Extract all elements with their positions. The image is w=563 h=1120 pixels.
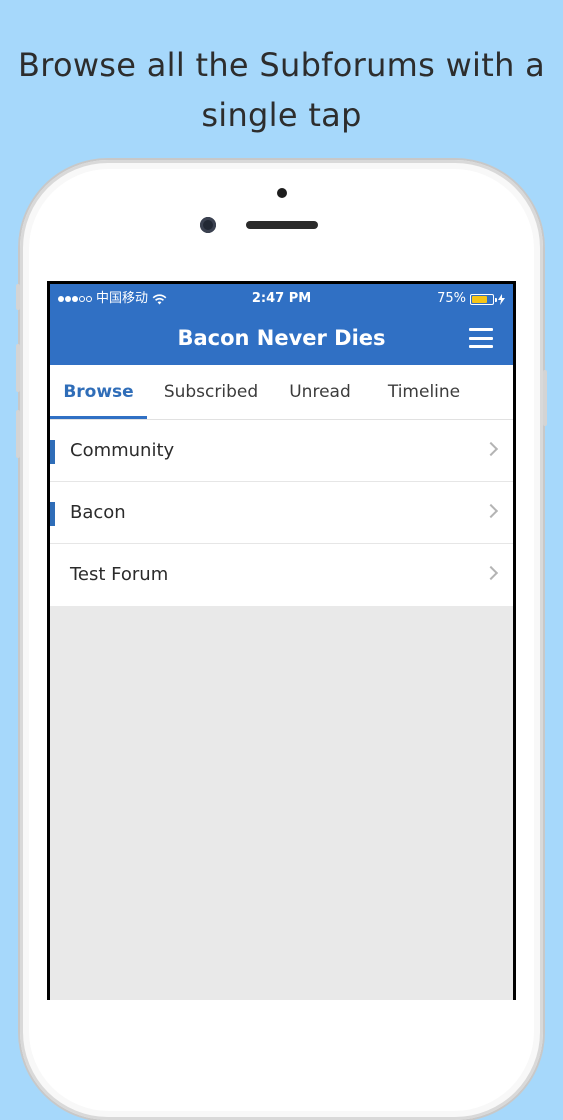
chevron-right-icon (483, 503, 499, 519)
tab-bar: Browse Subscribed Unread Timeline (50, 365, 513, 420)
front-camera-icon (200, 217, 216, 233)
phone-volume-down-button (16, 410, 20, 458)
forum-unread-marker (50, 440, 55, 464)
status-bar: 中国移动 2:47 PM 75% (50, 290, 513, 308)
forum-item-community[interactable]: Community (50, 420, 513, 482)
tab-timeline[interactable]: Timeline (376, 365, 472, 419)
app-header: 中国移动 2:47 PM 75% Bacon Never Dies (50, 284, 513, 365)
tab-browse[interactable]: Browse (50, 365, 147, 419)
promo-headline-line-1: Browse all the Subforums with a (17, 46, 546, 84)
battery-icon (470, 293, 497, 305)
battery-percent: 75% (437, 291, 466, 306)
status-bar-right: 75% (437, 290, 505, 308)
forum-item-label: Bacon (70, 502, 126, 523)
forum-item-test-forum[interactable]: Test Forum (50, 544, 513, 606)
chevron-right-icon (483, 565, 499, 581)
app-screen: 中国移动 2:47 PM 75% Bacon Never Dies Browse… (50, 284, 513, 1000)
battery-fill (472, 295, 487, 303)
promo-headline: Browse all the Subforums with a single t… (0, 40, 563, 140)
forum-item-label: Test Forum (70, 564, 169, 585)
forum-item-label: Community (70, 440, 175, 461)
phone-mute-switch (16, 284, 20, 310)
charging-bolt-icon (498, 293, 505, 305)
phone-power-button (543, 370, 547, 426)
forum-unread-marker (50, 502, 55, 526)
phone-screen: 中国移动 2:47 PM 75% Bacon Never Dies Browse… (47, 281, 516, 1000)
tab-subscribed[interactable]: Subscribed (154, 365, 268, 419)
proximity-sensor (277, 188, 287, 198)
chevron-right-icon (483, 441, 499, 457)
promo-headline-line-2: single tap (201, 96, 362, 134)
forum-list: Community Bacon Test Forum (50, 420, 513, 606)
phone-volume-up-button (16, 344, 20, 392)
earpiece-speaker (246, 221, 318, 229)
tab-unread[interactable]: Unread (280, 365, 360, 419)
hamburger-menu-icon[interactable] (469, 328, 493, 348)
forum-item-bacon[interactable]: Bacon (50, 482, 513, 544)
active-tab-indicator (50, 416, 147, 419)
app-title: Bacon Never Dies (177, 326, 386, 350)
